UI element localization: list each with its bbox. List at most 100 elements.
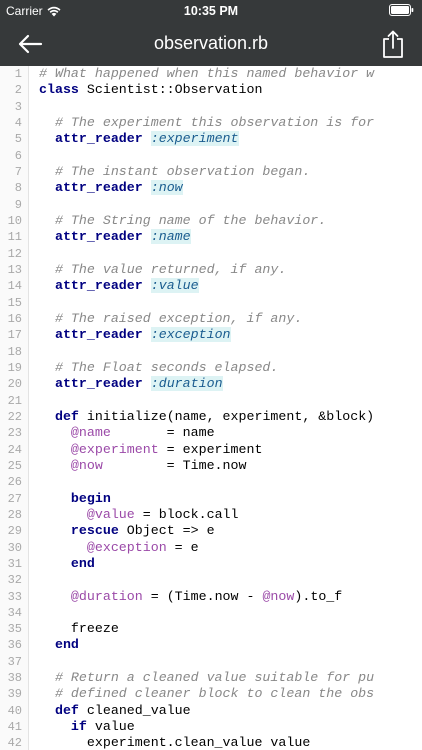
- line-number: 9: [14, 197, 22, 212]
- battery-icon: [389, 4, 414, 16]
- back-button[interactable]: [14, 30, 46, 58]
- line-source: # Return a cleaned value suitable for pu: [39, 670, 374, 686]
- code-token-comment: # defined cleaner block to clean the obs: [54, 686, 375, 702]
- code-token-ivar: @value: [86, 506, 135, 522]
- code-line: 7 # The instant observation began.: [0, 164, 422, 180]
- code-line: 9: [0, 197, 422, 213]
- code-token-plain: initialize(name, experiment, &block): [78, 408, 375, 424]
- code-token-plain: = experiment: [158, 441, 263, 457]
- line-source: @now = Time.now: [39, 457, 247, 474]
- code-token-ivar: @experiment: [70, 441, 159, 457]
- code-token-comment: # The experiment this observation is for: [54, 114, 375, 130]
- code-token-keyword: begin: [70, 490, 111, 506]
- line-source: attr_reader :value: [39, 278, 199, 294]
- code-line: 3: [0, 99, 422, 115]
- code-line: 36 end: [0, 637, 422, 653]
- code-token-ivar: @duration: [70, 588, 143, 604]
- line-source: # The Float seconds elapsed.: [39, 360, 278, 376]
- code-token-keyword: attr_reader: [54, 327, 143, 343]
- code-token-plain: = (Time.now -: [142, 588, 263, 604]
- code-token-comment: # The value returned, if any.: [54, 261, 287, 277]
- code-token-plain: = name: [110, 425, 215, 441]
- code-line: 10 # The String name of the behavior.: [0, 213, 422, 229]
- line-number: 33: [7, 589, 22, 604]
- code-line: 28 @value = block.call: [0, 507, 422, 523]
- code-token-plain: ).to_f: [294, 588, 343, 604]
- line-source: @value = block.call: [39, 507, 239, 523]
- line-source: end: [39, 637, 79, 653]
- share-icon: [383, 30, 403, 58]
- line-number: 10: [7, 213, 22, 228]
- code-line: 35 freeze: [0, 621, 422, 637]
- code-token-plain: Scientist::Observation: [78, 82, 263, 98]
- code-line: 14 attr_reader :value: [0, 278, 422, 294]
- code-token-symbol: :name: [150, 229, 191, 245]
- code-line: 33 @duration = (Time.now - @now).to_f: [0, 589, 422, 605]
- code-line: 31 end: [0, 556, 422, 572]
- line-number: 39: [7, 687, 22, 702]
- line-number: 6: [14, 148, 22, 163]
- navigation-bar: observation.rb: [0, 22, 422, 66]
- code-token-keyword: class: [39, 82, 79, 98]
- code-line: 40 def cleaned_value: [0, 703, 422, 719]
- code-line: 12: [0, 246, 422, 262]
- code-token-comment: # The raised exception, if any.: [54, 310, 303, 326]
- code-token-plain: = Time.now: [102, 457, 247, 473]
- code-line: 17 attr_reader :exception: [0, 327, 422, 343]
- line-source: # defined cleaner block to clean the obs: [39, 686, 374, 702]
- line-source: rescue Object => e: [39, 523, 215, 539]
- code-editor[interactable]: 1 # What happened when this named behavio…: [0, 66, 422, 750]
- line-source: @name = name: [39, 425, 215, 441]
- line-number: 4: [14, 115, 22, 130]
- code-line: 24 @experiment = experiment: [0, 442, 422, 458]
- line-number: 35: [7, 622, 22, 637]
- code-token-comment: # What happened when this named behavior…: [39, 66, 375, 81]
- line-number: 23: [7, 426, 22, 441]
- line-number: 36: [7, 638, 22, 653]
- code-token-keyword: def: [54, 702, 79, 718]
- code-line: 32: [0, 572, 422, 588]
- line-source: # The String name of the behavior.: [39, 213, 326, 229]
- code-token-plain: freeze: [39, 621, 119, 637]
- line-number: 13: [7, 262, 22, 277]
- line-source: # The experiment this observation is for: [39, 115, 374, 131]
- code-token-ivar: @now: [262, 588, 295, 604]
- line-number: 29: [7, 524, 22, 539]
- code-token-keyword: def: [54, 408, 79, 424]
- code-line: 20 attr_reader :duration: [0, 376, 422, 392]
- line-source: attr_reader :name: [39, 229, 191, 245]
- line-number: 7: [14, 164, 22, 179]
- code-token-keyword: attr_reader: [54, 229, 143, 245]
- share-button[interactable]: [378, 28, 408, 60]
- code-token-symbol: :exception: [150, 327, 231, 343]
- code-line: 37: [0, 654, 422, 670]
- code-token-symbol: :duration: [150, 376, 223, 392]
- line-number: 18: [7, 344, 22, 359]
- line-source: if value: [39, 719, 135, 735]
- line-source: @exception = e: [39, 540, 199, 556]
- code-line: 29 rescue Object => e: [0, 523, 422, 539]
- code-line: 6: [0, 148, 422, 164]
- code-line: 16 # The raised exception, if any.: [0, 311, 422, 327]
- code-token-plain: Object => e: [118, 523, 215, 539]
- code-line: 11 attr_reader :name: [0, 229, 422, 245]
- line-source: class Scientist::Observation: [39, 82, 262, 98]
- code-line: 4 # The experiment this observation is f…: [0, 115, 422, 131]
